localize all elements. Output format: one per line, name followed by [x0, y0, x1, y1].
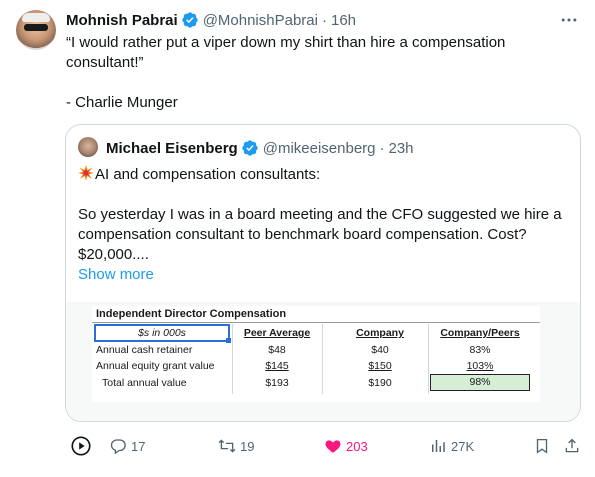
cell-peer: $48	[268, 344, 286, 356]
cell-company: $40	[371, 344, 389, 356]
selection-handle	[226, 338, 231, 343]
avatar-hair	[22, 13, 50, 22]
row-label: Annual cash retainer	[96, 344, 193, 356]
collision-emoji-icon	[78, 165, 94, 181]
quoted-tweet-text: AI and compensation consultants: So yest…	[78, 165, 572, 285]
quoted-author-handle[interactable]: @mikeeisenberg	[263, 140, 376, 157]
quoted-text-line1: AI and compensation consultants:	[78, 165, 572, 185]
cell-company: $190	[368, 377, 392, 389]
highlighted-ratio-cell: 98%	[430, 374, 530, 391]
tweet-header: Mohnish Pabrai @MohnishPabrai · 16h	[66, 10, 356, 30]
tweet-text: “I would rather put a viper down my shir…	[66, 33, 576, 133]
quoted-author-avatar[interactable]	[78, 137, 98, 157]
quoted-tweet-time[interactable]: 23h	[389, 140, 414, 157]
row-label: Total annual value	[102, 377, 187, 389]
verified-badge-icon	[242, 140, 258, 156]
selected-cell-units: $s in 000s	[94, 324, 230, 342]
cell-peer: $193	[265, 377, 289, 389]
header-peer-average: Peer Average	[243, 327, 311, 339]
more-icon[interactable]	[559, 10, 579, 30]
author-name[interactable]: Mohnish Pabrai	[66, 12, 178, 29]
quoted-author-name[interactable]: Michael Eisenberg	[106, 140, 238, 157]
tweet-attribution-line: - Charlie Munger	[66, 94, 178, 111]
play-icon	[71, 436, 91, 456]
quoted-tweet[interactable]: Michael Eisenberg @mikeeisenberg · 23h A…	[65, 124, 581, 422]
retweet-icon	[218, 439, 236, 453]
spreadsheet-image: Independent Director Compensation $s in …	[92, 306, 540, 402]
header-company-peers: Company/Peers	[440, 327, 520, 339]
separator-dot: ·	[379, 139, 385, 157]
tweet[interactable]: Mohnish Pabrai @MohnishPabrai · 16h “I w…	[0, 0, 595, 477]
like-button[interactable]: 203	[324, 435, 368, 457]
tweet-quote-line: “I would rather put a viper down my shir…	[66, 34, 506, 71]
column-line	[322, 324, 323, 394]
cell-company: $150	[368, 360, 392, 372]
quoted-text-heading: AI and compensation consultants:	[95, 166, 321, 183]
reply-count: 17	[131, 438, 146, 454]
views-button[interactable]: 27K	[429, 435, 474, 457]
retweet-count: 19	[240, 438, 255, 454]
like-icon	[325, 440, 341, 453]
like-count: 203	[346, 438, 368, 454]
play-button[interactable]	[70, 435, 92, 457]
quoted-tweet-image[interactable]: Independent Director Compensation $s in …	[66, 302, 580, 421]
author-handle[interactable]: @MohnishPabrai	[203, 12, 318, 29]
column-line	[428, 324, 429, 394]
bookmark-icon	[536, 438, 548, 454]
separator-dot: ·	[321, 11, 327, 29]
share-icon	[565, 438, 579, 453]
action-bar: 17 19 203 27K	[66, 435, 581, 457]
show-more-link[interactable]: Show more	[78, 265, 572, 285]
row-label: Annual equity grant value	[96, 360, 215, 372]
retweet-button[interactable]: 19	[218, 435, 254, 457]
sheet-divider	[92, 322, 540, 323]
verified-badge-icon	[182, 12, 198, 28]
header-company: Company	[356, 327, 404, 339]
cell-peer: $145	[265, 360, 289, 372]
quoted-tweet-header: Michael Eisenberg @mikeeisenberg · 23h	[106, 138, 414, 158]
avatar-sunglasses	[24, 24, 48, 31]
share-button[interactable]	[563, 435, 581, 457]
view-count: 27K	[451, 438, 475, 454]
sheet-title: Independent Director Compensation	[96, 308, 287, 320]
cell-ratio: 103%	[466, 360, 494, 372]
views-icon	[432, 440, 445, 452]
bookmark-button[interactable]	[533, 435, 551, 457]
reply-icon	[110, 439, 126, 455]
reply-button[interactable]: 17	[109, 435, 145, 457]
tweet-time[interactable]: 16h	[331, 12, 356, 29]
quoted-text-body: So yesterday I was in a board meeting an…	[78, 206, 562, 263]
cell-ratio: 83%	[469, 344, 491, 356]
author-avatar[interactable]	[16, 10, 56, 50]
